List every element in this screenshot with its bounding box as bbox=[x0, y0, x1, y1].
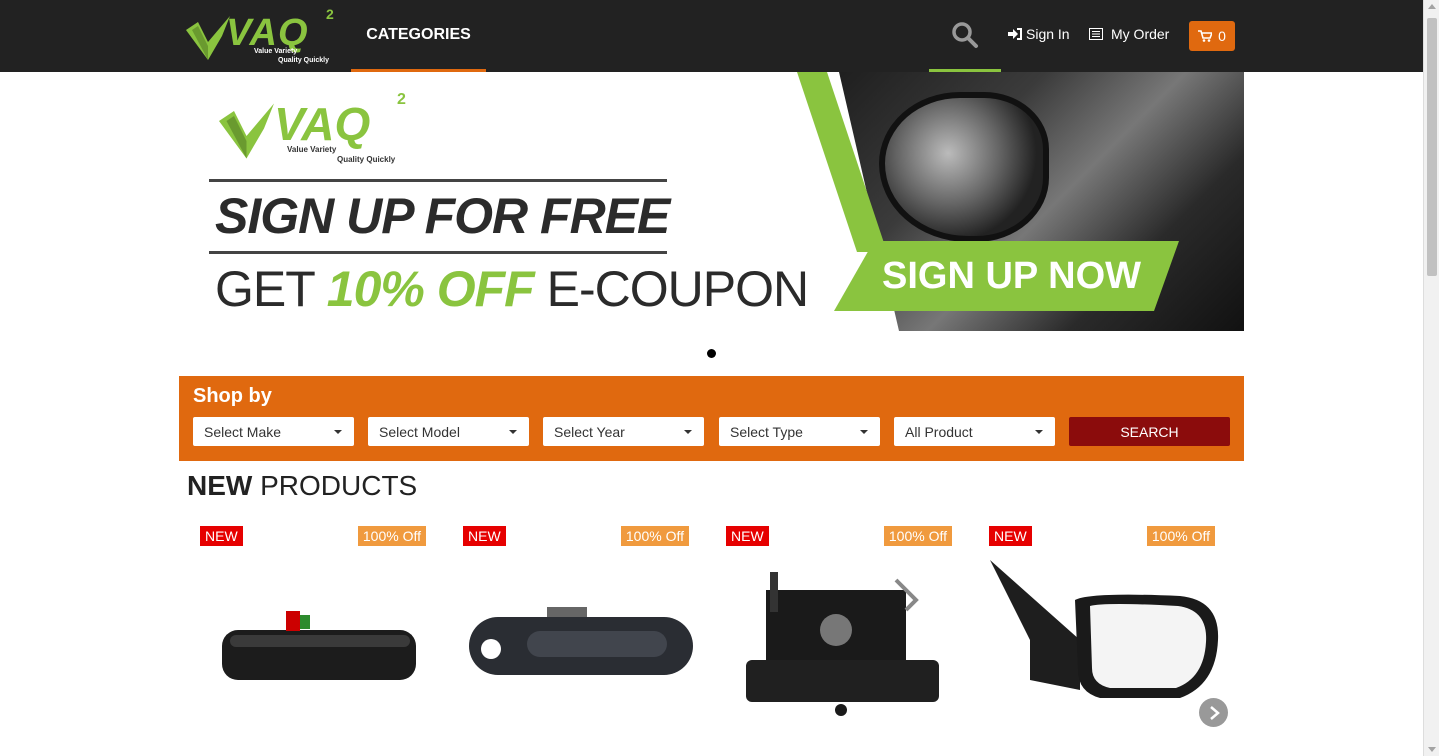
logo-tagline-2: Quality Quickly bbox=[278, 57, 329, 64]
nav-search-button[interactable] bbox=[929, 0, 1001, 72]
sign-in-label: Sign In bbox=[1026, 26, 1070, 42]
search-button[interactable]: SEARCH bbox=[1069, 417, 1230, 446]
new-products-title: NEW PRODUCTS bbox=[187, 470, 417, 502]
select-make[interactable]: Select Make bbox=[193, 417, 354, 446]
discount-badge: 100% Off bbox=[357, 526, 426, 546]
select-type[interactable]: Select Type bbox=[719, 417, 880, 446]
new-products-title-rest: PRODUCTS bbox=[252, 470, 418, 501]
select-make-label: Select Make bbox=[204, 423, 282, 440]
banner-sub-suffix: E-COUPON bbox=[533, 261, 809, 317]
discount-badge: 100% Off bbox=[883, 526, 952, 546]
banner-logo: VAQ 2 Value Variety Quality Quickly bbox=[219, 91, 419, 167]
product-card[interactable]: NEW 100% Off bbox=[975, 520, 1225, 756]
site-header: VAQ 2 Value Variety Quality Quickly CATE… bbox=[0, 0, 1423, 72]
door-handle-icon bbox=[469, 607, 693, 675]
site-logo[interactable]: VAQ 2 Value Variety Quality Quickly bbox=[186, 6, 336, 66]
search-icon bbox=[952, 21, 978, 48]
new-badge: NEW bbox=[989, 526, 1032, 546]
carousel-next-button[interactable] bbox=[1199, 698, 1228, 727]
shop-by-panel: Shop by Select Make Select Model Select … bbox=[179, 376, 1244, 461]
carousel-dot[interactable] bbox=[707, 349, 716, 358]
banner-subheadline: GET 10% OFF E-COUPON bbox=[215, 260, 809, 318]
nav-categories[interactable]: CATEGORIES bbox=[351, 0, 486, 72]
side-mirror-icon bbox=[990, 560, 1219, 698]
select-type-label: Select Type bbox=[730, 423, 803, 440]
list-icon bbox=[1089, 28, 1103, 40]
new-products-title-bold: NEW bbox=[187, 470, 253, 501]
product-card[interactable]: NEW 100% Off bbox=[449, 520, 699, 756]
door-handle-icon bbox=[222, 611, 416, 680]
logo-superscript: 2 bbox=[326, 6, 334, 22]
banner-logo-sup: 2 bbox=[397, 91, 406, 108]
new-badge: NEW bbox=[726, 526, 769, 546]
product-card[interactable]: NEW 100% Off bbox=[712, 520, 962, 756]
cart-count: 0 bbox=[1218, 28, 1226, 44]
discount-badge: 100% Off bbox=[1146, 526, 1215, 546]
promo-banner[interactable]: VAQ 2 Value Variety Quality Quickly SIGN… bbox=[179, 72, 1244, 331]
chevron-down-icon bbox=[334, 430, 342, 434]
banner-sub-prefix: GET bbox=[215, 261, 327, 317]
product-card[interactable]: NEW 100% Off bbox=[186, 520, 436, 756]
my-order-label: My Order bbox=[1111, 26, 1170, 42]
shop-by-title: Shop by bbox=[193, 385, 272, 407]
chevron-right-icon bbox=[1209, 705, 1220, 720]
select-product-label: All Product bbox=[905, 423, 973, 440]
banner-headline: SIGN UP FOR FREE bbox=[215, 188, 670, 244]
banner-rule-top bbox=[209, 179, 667, 182]
select-model-label: Select Model bbox=[379, 423, 460, 440]
chevron-down-icon bbox=[509, 430, 517, 434]
discount-badge: 100% Off bbox=[620, 526, 689, 546]
sign-in-icon bbox=[1008, 28, 1022, 40]
sign-in-link[interactable]: Sign In bbox=[1008, 26, 1070, 42]
scroll-thumb[interactable] bbox=[1427, 18, 1437, 276]
chevron-down-icon bbox=[860, 430, 868, 434]
tailgate-latch-icon bbox=[746, 572, 939, 716]
banner-sub-highlight: 10% OFF bbox=[326, 261, 535, 317]
banner-logo-brand: VAQ bbox=[274, 98, 371, 150]
select-product[interactable]: All Product bbox=[894, 417, 1055, 446]
new-badge: NEW bbox=[200, 526, 243, 546]
scroll-up-arrow-icon[interactable] bbox=[1428, 4, 1436, 9]
page-scrollbar[interactable] bbox=[1423, 0, 1439, 756]
sign-up-now-button[interactable]: SIGN UP NOW bbox=[834, 241, 1179, 311]
select-model[interactable]: Select Model bbox=[368, 417, 529, 446]
banner-logo-check-icon bbox=[219, 103, 274, 159]
scroll-down-arrow-icon[interactable] bbox=[1428, 747, 1436, 752]
chevron-down-icon bbox=[684, 430, 692, 434]
my-order-link[interactable]: My Order bbox=[1089, 26, 1169, 42]
chevron-down-icon bbox=[1035, 430, 1043, 434]
cart-button[interactable]: 0 bbox=[1189, 21, 1235, 51]
banner-logo-tagline-1: Value Variety bbox=[287, 145, 337, 154]
new-badge: NEW bbox=[463, 526, 506, 546]
banner-rule-bottom bbox=[209, 251, 667, 254]
select-year-label: Select Year bbox=[554, 423, 625, 440]
select-year[interactable]: Select Year bbox=[543, 417, 704, 446]
banner-logo-tagline-2: Quality Quickly bbox=[337, 155, 396, 164]
logo-tagline-1: Value Variety bbox=[254, 48, 298, 55]
cart-icon bbox=[1198, 30, 1213, 42]
